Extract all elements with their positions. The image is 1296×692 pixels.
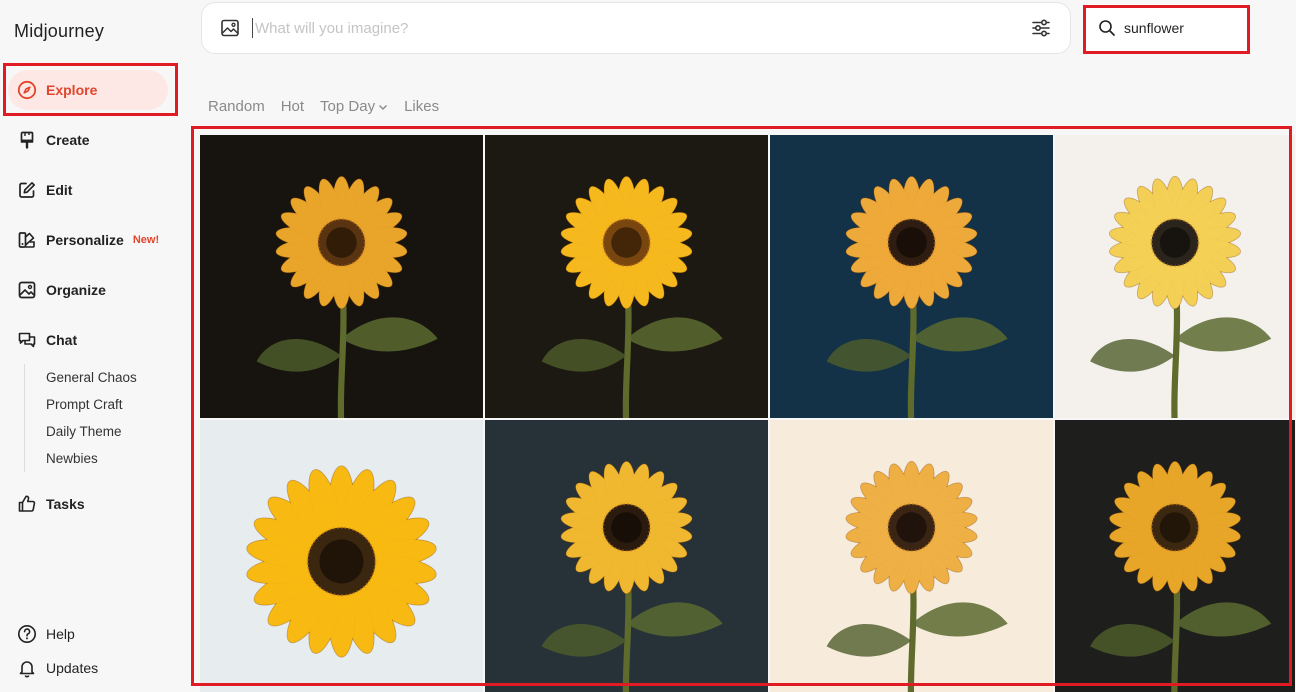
tab-hot[interactable]: Hot xyxy=(281,98,304,115)
sunflower-image xyxy=(200,420,483,692)
sidebar-item-label: Personalize xyxy=(46,232,124,248)
compass-icon xyxy=(17,80,37,100)
sidebar-item-label: Edit xyxy=(46,182,73,198)
sidebar-item-create[interactable]: Create xyxy=(8,120,168,160)
paintbrush-icon xyxy=(17,130,37,150)
thumbs-up-icon xyxy=(17,494,37,514)
gallery-image[interactable] xyxy=(770,420,1053,692)
new-badge: New! xyxy=(132,234,160,246)
gallery-image[interactable] xyxy=(200,420,483,692)
gallery-image[interactable] xyxy=(1055,420,1295,692)
prompt-input[interactable] xyxy=(252,18,1020,38)
sidebar: Midjourney Explore Create Edit Personali xyxy=(0,0,185,692)
search-icon xyxy=(1098,19,1116,37)
sidebar-item-edit[interactable]: Edit xyxy=(8,170,168,210)
chat-channel-prompt-craft[interactable]: Prompt Craft xyxy=(46,391,137,418)
sunflower-image xyxy=(770,135,1053,418)
sidebar-item-label: Explore xyxy=(46,82,98,98)
feed-tabs: Random Hot Top Day Likes xyxy=(208,98,455,115)
help-icon xyxy=(17,624,37,644)
image-icon xyxy=(17,280,37,300)
image-upload-icon[interactable] xyxy=(220,18,240,38)
sunflower-image xyxy=(485,135,768,418)
edit-icon xyxy=(17,180,37,200)
bell-icon xyxy=(17,658,37,678)
chevron-down-icon xyxy=(378,102,388,112)
tab-top-day-label: Top Day xyxy=(320,98,376,115)
tab-likes[interactable]: Likes xyxy=(404,98,439,115)
chat-channel-newbies[interactable]: Newbies xyxy=(46,445,137,472)
sidebar-item-explore[interactable]: Explore xyxy=(8,70,168,110)
sunflower-image xyxy=(770,420,1053,692)
sidebar-item-personalize[interactable]: Personalize New! xyxy=(8,220,168,260)
search-input[interactable] xyxy=(1124,20,1234,36)
sunflower-image xyxy=(200,135,483,418)
chat-channel-list: General Chaos Prompt Craft Daily Theme N… xyxy=(24,364,137,472)
sidebar-item-label: Updates xyxy=(46,660,99,676)
sidebar-item-tasks[interactable]: Tasks xyxy=(8,484,168,524)
sunflower-image xyxy=(1055,135,1295,418)
sidebar-item-label: Help xyxy=(46,626,75,642)
sunflower-image xyxy=(1055,420,1295,692)
sidebar-item-updates[interactable]: Updates xyxy=(8,648,168,688)
gallery-image[interactable] xyxy=(1055,135,1295,418)
tab-random[interactable]: Random xyxy=(208,98,265,115)
gallery-image[interactable] xyxy=(485,135,768,418)
image-gallery xyxy=(200,135,1295,692)
sidebar-item-organize[interactable]: Organize xyxy=(8,270,168,310)
palette-icon xyxy=(17,230,37,250)
chat-channel-general-chaos[interactable]: General Chaos xyxy=(46,364,137,391)
gallery-image[interactable] xyxy=(770,135,1053,418)
sidebar-item-label: Tasks xyxy=(46,496,85,512)
sidebar-item-label: Organize xyxy=(46,282,106,298)
chat-channel-daily-theme[interactable]: Daily Theme xyxy=(46,418,137,445)
sidebar-item-label: Chat xyxy=(46,332,78,348)
search-box xyxy=(1085,4,1250,52)
gallery-image[interactable] xyxy=(485,420,768,692)
settings-sliders-icon[interactable] xyxy=(1030,17,1052,39)
gallery-image[interactable] xyxy=(200,135,483,418)
chat-icon xyxy=(17,330,37,350)
app-window: Midjourney Explore Create Edit Personali xyxy=(0,0,1296,692)
tab-top-day[interactable]: Top Day xyxy=(320,98,388,115)
sidebar-item-label: Create xyxy=(46,132,90,148)
brand-logo[interactable]: Midjourney xyxy=(14,21,104,42)
prompt-bar xyxy=(201,2,1071,54)
sunflower-image xyxy=(485,420,768,692)
sidebar-item-chat[interactable]: Chat xyxy=(8,320,168,360)
